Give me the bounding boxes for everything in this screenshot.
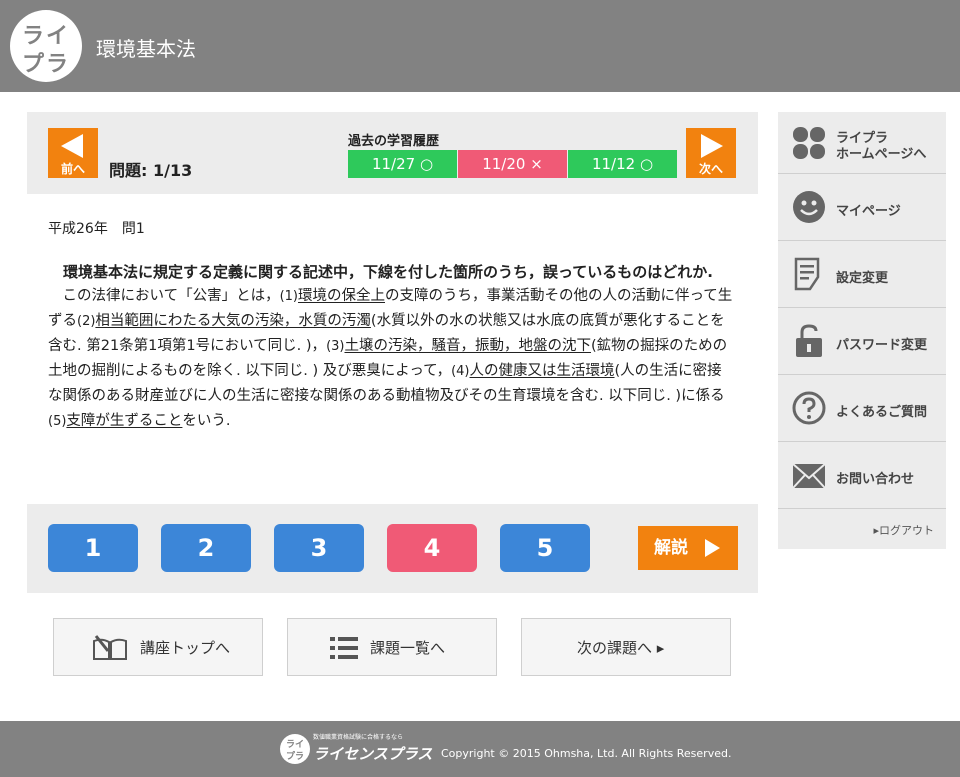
next-task-label: 次の課題へ ▸ [577,639,665,657]
logout-link[interactable]: ▸ログアウト [873,522,934,538]
body-text: をいう. [182,413,231,429]
sidebar-home-line2: ホームページへ [836,147,927,162]
header: ライ プラ 環境基本法 [0,0,960,92]
raipura-logo[interactable]: ライ プラ [10,10,82,82]
question-counter: 問題: 1/13 [109,161,193,180]
footer-tagline: 数値職業資格試験に合格するなら [313,734,404,741]
next-label: 次へ [698,162,723,176]
sidebar-item-home[interactable]: ライプラ ホームページへ [778,112,946,174]
next-button[interactable]: 次へ [686,128,736,178]
raipura-small-logo-icon [793,127,825,159]
sidebar-mypage-label: マイページ [836,204,901,219]
unlock-icon [796,324,822,357]
page-title: 環境基本法 [96,37,196,61]
course-top-label: 講座トップへ [140,639,231,657]
prev-label: 前へ [60,162,85,176]
history-list: 11/27 ○ 11/20 × 11/12 ○ [348,150,678,178]
answer-button-1[interactable]: 1 [48,524,138,572]
underlined-phrase: 人の健康又は生活環境 [469,363,615,379]
question-year: 平成26年 問1 [48,221,145,237]
task-list-label: 課題一覧へ [370,639,446,657]
history-item[interactable]: 11/12 ○ [568,150,677,178]
explanation-label: 解説 [654,538,688,558]
underlined-phrase: 環境の保全上 [298,288,385,304]
footer-logo: ライ プラ [280,734,310,764]
question-circle-icon [792,391,826,425]
arrow-right-icon [701,134,723,158]
answer-button-3[interactable]: 3 [274,524,364,572]
question-panel: 前へ 問題: 1/13 過去の学習履歴 11/27 ○ 11/20 × 11/1… [27,112,758,593]
book-pencil-icon [93,635,127,660]
sidebar-faq-label: よくあるご質問 [836,405,928,420]
history-title: 過去の学習履歴 [348,134,440,149]
sidebar-settings-label: 設定変更 [836,271,889,286]
next-task-button[interactable]: 次の課題へ ▸ [521,618,731,676]
history-item[interactable]: 11/27 ○ [348,150,457,178]
underlined-phrase: 土壌の汚染，騒音，振動，地盤の沈下 [344,338,591,354]
choice-marker: (3) [326,339,345,354]
underlined-phrase: 相当範囲にわたる大気の汚染，水質の汚濁 [95,313,371,329]
answer-button-5[interactable]: 5 [500,524,590,572]
choice-marker: (2) [77,314,96,329]
list-icon [330,637,358,659]
document-edit-icon [794,257,820,291]
choice-marker: (5) [48,414,67,429]
choice-marker: (1) [279,289,298,304]
choice-marker: (4) [451,364,470,379]
question-prompt: 環境基本法に規定する定義に関する記述中，下線を付した箇所のうち，誤っているものは… [63,263,713,281]
sidebar-item-mypage[interactable]: マイページ [778,174,946,241]
footer-logo-bottom: プラ [285,752,304,762]
body-text: この法律において「公害」とは， [62,288,280,304]
sidebar-contact-label: お問い合わせ [836,472,915,487]
sidebar-item-contact[interactable]: お問い合わせ [778,442,946,509]
sidebar-password-label: パスワード変更 [836,338,928,353]
footer: ライ プラ 数値職業資格試験に合格するなら ライセンスプラス Copyright… [0,721,960,777]
sidebar: ライプラ ホームページへ マイページ 設定変更 パスワード変更 よくあるご質問 … [778,112,946,549]
answer-button-4[interactable]: 4 [387,524,477,572]
history-item[interactable]: 11/20 × [458,150,567,178]
app-root: ライ プラ 環境基本法 前へ 問題: 1/13 過去の学習履歴 11/27 ○ … [0,0,960,777]
footer-brand: ライセンスプラス [313,745,433,763]
course-top-button[interactable]: 講座トップへ [53,618,263,676]
question-body: この法律において「公害」とは，(1)環境の保全上の支障のうち，事業活動その他の人… [48,284,736,434]
sidebar-item-settings[interactable]: 設定変更 [778,241,946,308]
prev-button[interactable]: 前へ [48,128,98,178]
play-icon [705,539,720,557]
smiley-icon [793,191,825,223]
copyright-text: Copyright © 2015 Ohmsha, Ltd. All Rights… [441,747,732,760]
sidebar-item-password[interactable]: パスワード変更 [778,308,946,375]
answer-button-2[interactable]: 2 [161,524,251,572]
arrow-left-icon [61,134,83,158]
mail-icon [792,463,826,489]
sidebar-item-faq[interactable]: よくあるご質問 [778,375,946,442]
underlined-phrase: 支障が生ずること [66,413,183,429]
question-box: 平成26年 問1 環境基本法に規定する定義に関する記述中，下線を付した箇所のうち… [27,194,758,504]
logo-text-bottom: プラ [21,52,70,77]
task-list-button[interactable]: 課題一覧へ [287,618,497,676]
answer-options: 1 2 3 4 5 [48,524,613,572]
explanation-button[interactable]: 解説 [638,526,738,570]
